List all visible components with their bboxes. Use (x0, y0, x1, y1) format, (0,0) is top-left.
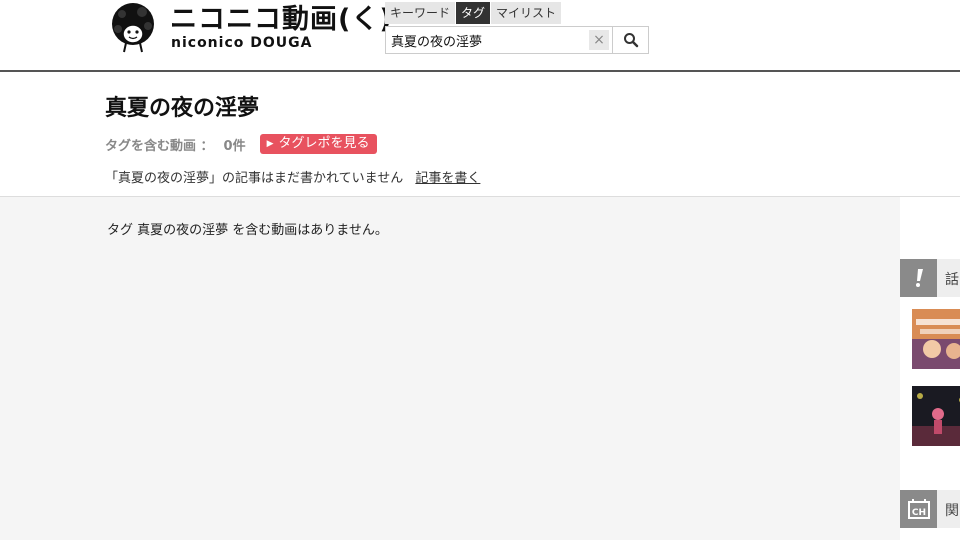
sidebar-section-label: 関 (945, 503, 959, 519)
tagrepo-button-label: タグレポを見る (278, 136, 370, 151)
video-list-area: タグ 真夏の夜の淫夢 を含む動画はありません。 (0, 197, 900, 540)
write-article-link[interactable]: 記事を書く (415, 171, 480, 186)
tag-title-area: 真夏の夜の淫夢 タグを含む動画 ： 0件 ▶ タグレポを見る 「真夏の夜の淫夢」… (0, 74, 960, 197)
video-thumbnail[interactable] (912, 386, 960, 446)
svg-text:CH: CH (911, 508, 925, 518)
site-header: ニコニコ動画(く) niconico DOUGA キーワード タグ マイリスト … (0, 0, 960, 72)
page-title: 真夏の夜の淫夢 (105, 96, 260, 121)
tab-mylist[interactable]: マイリスト (491, 2, 562, 24)
tab-keyword[interactable]: キーワード (385, 2, 456, 24)
sidebar-section-label: 話 (945, 272, 959, 288)
search-icon (623, 33, 638, 48)
logo-main-text: ニコニコ動画(く) (170, 4, 393, 35)
search-box: × (385, 26, 613, 54)
tab-tag[interactable]: タグ (456, 2, 491, 24)
article-status-text: 「真夏の夜の淫夢」の記事はまだ書かれていません (105, 171, 404, 186)
video-count-label: タグを含む動画 ： (105, 138, 214, 154)
empty-result-message: タグ 真夏の夜の淫夢 を含む動画はありません。 (107, 223, 388, 238)
search-row: × (385, 26, 649, 54)
clear-search-button[interactable]: × (589, 30, 609, 50)
search-tabs: キーワード タグ マイリスト (385, 2, 649, 24)
tagrepo-button[interactable]: ▶ タグレポを見る (259, 134, 377, 154)
video-count-row: タグを含む動画 ： 0件 ▶ タグレポを見る (105, 134, 377, 154)
search-area: キーワード タグ マイリスト × (385, 2, 649, 54)
niconico-logo[interactable]: ニコニコ動画(く) niconico DOUGA (108, 2, 392, 56)
video-count-value: 0件 (223, 138, 246, 154)
right-sidebar: 話 CH 関 (900, 197, 960, 540)
sidebar-section-topic[interactable]: 話 (900, 259, 960, 297)
sidebar-section-related[interactable]: CH 関 (900, 490, 960, 528)
logo-sub-text: niconico DOUGA (171, 35, 313, 51)
exclamation-icon (900, 259, 937, 297)
search-input[interactable] (386, 27, 586, 53)
mascot-icon (112, 3, 154, 53)
play-icon: ▶ (266, 139, 274, 149)
dic-icon: CH (900, 490, 937, 528)
search-button[interactable] (613, 26, 649, 54)
article-status-row: 「真夏の夜の淫夢」の記事はまだ書かれていません 記事を書く (105, 167, 480, 186)
video-thumbnail[interactable] (912, 309, 960, 369)
